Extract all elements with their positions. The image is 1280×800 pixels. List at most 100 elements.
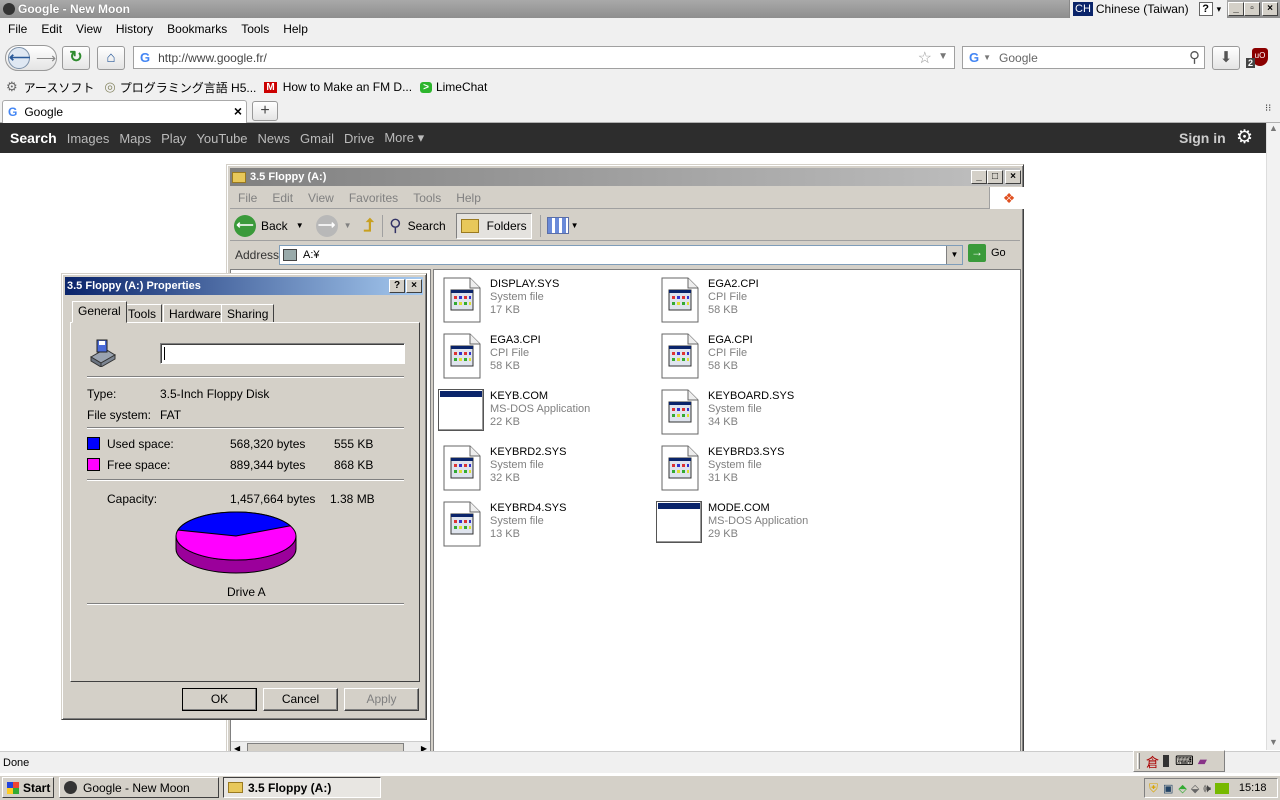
ex-menu-file[interactable]: File (238, 191, 257, 205)
file-item[interactable]: KEYBRD4.SYS System file 13 KB (442, 500, 652, 552)
file-item[interactable]: EGA3.CPI CPI File 58 KB (442, 332, 652, 384)
tab-close-icon[interactable]: × (234, 103, 242, 119)
file-item[interactable]: DISPLAY.SYS System file 17 KB (442, 276, 652, 328)
usb-icon[interactable]: ⬙ (1191, 782, 1199, 795)
menu-view[interactable]: View (76, 22, 102, 36)
back-icon[interactable]: ⟵ (8, 47, 31, 69)
ok-button[interactable]: OK (182, 688, 257, 711)
security-shield-icon[interactable]: ⛨ (1149, 781, 1158, 796)
tab-sharing[interactable]: Sharing (221, 304, 275, 323)
go-button[interactable]: → Go (968, 244, 1006, 262)
gbar-maps[interactable]: Maps (119, 131, 151, 146)
url-dropdown-icon[interactable]: ▼ (938, 51, 948, 62)
ex-menu-edit[interactable]: Edit (272, 191, 293, 205)
gbar-news[interactable]: News (258, 131, 291, 146)
gbar-search[interactable]: Search (10, 130, 57, 146)
tab-hardware[interactable]: Hardware (163, 304, 228, 323)
settings-gear-icon[interactable]: ⚙ (1236, 126, 1253, 149)
taskbar-explorer[interactable]: 3.5 Floppy (A:) (223, 777, 381, 798)
tab-tools[interactable]: Tools (122, 304, 163, 323)
explorer-maximize-button[interactable]: □ (987, 170, 1003, 184)
scroll-up-icon[interactable]: ▲ (1269, 123, 1278, 133)
ex-menu-help[interactable]: Help (456, 191, 481, 205)
file-item[interactable]: EGA.CPI CPI File 58 KB (660, 332, 870, 384)
gbar-gmail[interactable]: Gmail (300, 131, 334, 146)
start-button[interactable]: Start (2, 777, 54, 798)
properties-title-bar[interactable]: 3.5 Floppy (A:) Properties ? × (65, 277, 423, 295)
search-engine-dropdown-icon[interactable]: ▼ (983, 53, 991, 62)
back-dropdown-icon[interactable]: ▼ (296, 221, 304, 230)
ex-views-button[interactable]: ▼ (546, 217, 579, 234)
gbar-images[interactable]: Images (67, 131, 110, 146)
ime-toolbar[interactable]: 倉 ⌨ ▰ (1133, 750, 1225, 772)
file-item[interactable]: KEYB.COM MS-DOS Application 22 KB (438, 388, 652, 440)
menu-history[interactable]: History (116, 22, 153, 36)
downloads-button[interactable]: ⬇ (1212, 46, 1240, 70)
file-item[interactable]: KEYBOARD.SYS System file 34 KB (660, 388, 870, 440)
ex-menu-tools[interactable]: Tools (413, 191, 441, 205)
menu-tools[interactable]: Tools (241, 22, 269, 36)
forward-icon[interactable]: ⟶ (36, 50, 56, 67)
ex-menu-view[interactable]: View (308, 191, 334, 205)
tab-google[interactable]: G Google × (2, 100, 247, 123)
nvidia-icon[interactable] (1214, 782, 1229, 794)
language-options-icon[interactable]: ▾ (1217, 4, 1222, 15)
page-scrollbar[interactable]: ▲ ▼ (1266, 123, 1280, 750)
reload-button[interactable]: ↻ (62, 46, 90, 70)
scroll-down-icon[interactable]: ▼ (1269, 737, 1278, 747)
ime-book-icon[interactable]: ▰ (1198, 754, 1207, 768)
magnifier-icon[interactable]: ⚲ (1189, 48, 1200, 66)
gbar-youtube[interactable]: YouTube (196, 131, 247, 146)
dialog-close-button[interactable]: × (406, 279, 422, 293)
explorer-close-button[interactable]: × (1005, 170, 1021, 184)
file-list-pane[interactable]: DISPLAY.SYS System file 17 KB EGA2.CPI CPI F… (433, 269, 1021, 757)
ime-mode-icon[interactable]: 倉 (1146, 752, 1159, 771)
bookmark-3[interactable]: M How to Make an FM D... (264, 80, 412, 94)
new-tab-button[interactable]: + (252, 101, 278, 121)
browser-title-bar[interactable]: Google - New Moon CH Chinese (Taiwan) ? … (0, 0, 1280, 18)
volume-label-input[interactable] (160, 343, 405, 364)
ex-menu-favorites[interactable]: Favorites (349, 191, 398, 205)
address-input[interactable]: A:¥ ▼ (279, 245, 963, 265)
menu-edit[interactable]: Edit (41, 22, 62, 36)
address-dropdown-icon[interactable]: ▼ (946, 246, 962, 264)
safely-remove-icon[interactable]: ⬘ (1178, 782, 1186, 795)
menu-help[interactable]: Help (283, 22, 308, 36)
file-item[interactable]: KEYBRD2.SYS System file 32 KB (442, 444, 652, 496)
help-icon[interactable]: ? (1198, 2, 1213, 16)
network-icon[interactable]: ▣ (1163, 782, 1173, 795)
language-bar[interactable]: CH Chinese (Taiwan) ? ▾ (1069, 0, 1228, 18)
explorer-title-bar[interactable]: 3.5 Floppy (A:) _ □ × (230, 168, 1021, 186)
forward-dropdown-icon[interactable]: ▼ (344, 221, 352, 230)
bookmark-1[interactable]: ⚙ アースソフト (6, 79, 94, 96)
file-item[interactable]: KEYBRD3.SYS System file 31 KB (660, 444, 870, 496)
maximize-button[interactable]: ▫ (1244, 2, 1260, 16)
tab-list-icon[interactable]: ⁝⁝ (1265, 103, 1271, 114)
explorer-minimize-button[interactable]: _ (971, 170, 987, 184)
bookmark-star-icon[interactable]: ☆ (918, 48, 932, 68)
minimize-button[interactable]: _ (1228, 2, 1244, 16)
ime-halfwidth-icon[interactable] (1163, 755, 1170, 767)
home-button[interactable]: ⌂ (97, 46, 125, 70)
file-item[interactable]: MODE.COM MS-DOS Application 29 KB (656, 500, 870, 552)
url-bar[interactable]: G http://www.google.fr/ ☆ ▼ (133, 46, 955, 69)
menu-file[interactable]: File (8, 22, 27, 36)
ex-back-button[interactable]: ⟵ Back ▼ (234, 214, 304, 237)
file-item[interactable]: EGA2.CPI CPI File 58 KB (660, 276, 870, 328)
cancel-button[interactable]: Cancel (263, 688, 338, 711)
bookmark-2[interactable]: ◎ プログラミング言語 H5... (104, 79, 256, 96)
ex-search-button[interactable]: ⚲ Search (389, 216, 445, 236)
up-folder-icon[interactable]: ⮥ (364, 215, 375, 236)
tab-general[interactable]: General (72, 301, 127, 323)
search-engine-icon[interactable]: G (969, 50, 979, 65)
taskbar-browser[interactable]: Google - New Moon (59, 777, 219, 798)
volume-icon[interactable]: 🕪 (1203, 781, 1211, 796)
search-bar[interactable]: G ▼ Google ⚲ (962, 46, 1205, 69)
close-button[interactable]: × (1262, 2, 1278, 16)
dialog-help-button[interactable]: ? (389, 279, 405, 293)
menu-bookmarks[interactable]: Bookmarks (167, 22, 227, 36)
gbar-drive[interactable]: Drive (344, 131, 374, 146)
sign-in-link[interactable]: Sign in (1179, 130, 1226, 146)
properties-dialog[interactable]: 3.5 Floppy (A:) Properties ? × General T… (61, 273, 427, 720)
bookmark-4[interactable]: > LimeChat (420, 80, 487, 94)
